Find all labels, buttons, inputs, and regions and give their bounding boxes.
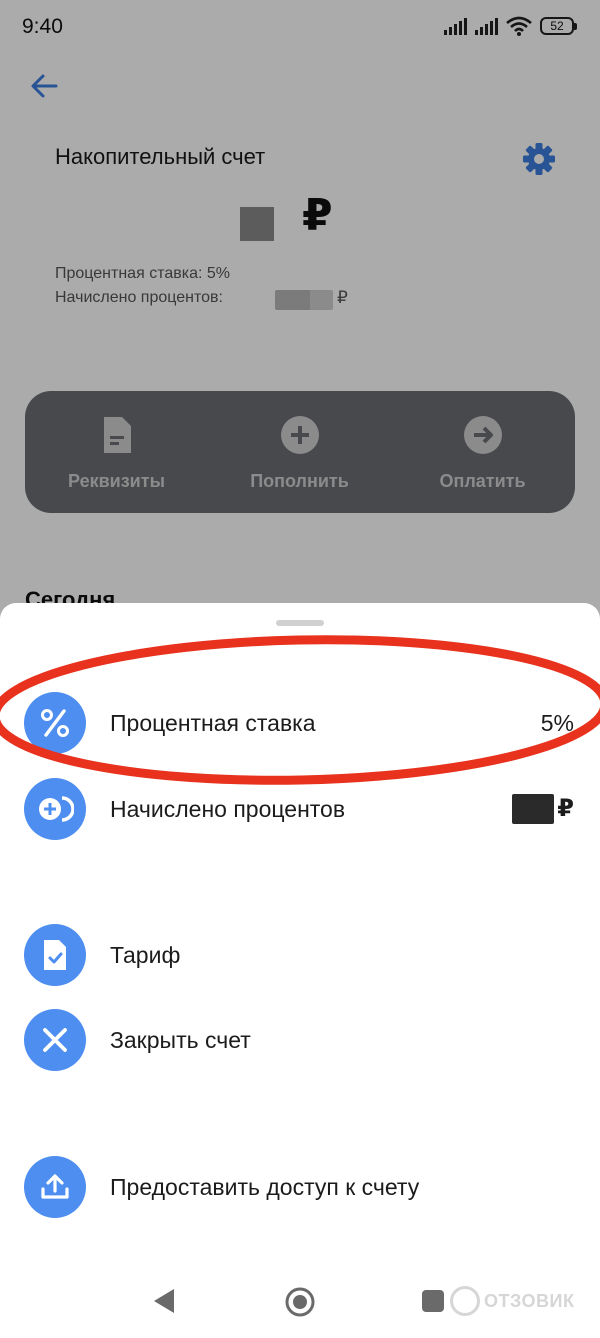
- sheet-item-share-access[interactable]: Предоставить доступ к счету: [0, 1156, 600, 1218]
- interest-rate-value: 5%: [540, 710, 574, 736]
- nav-recents-icon[interactable]: [422, 1290, 444, 1312]
- sheet-item-label: Предоставить доступ к счету: [110, 1174, 420, 1200]
- close-icon: [24, 1009, 86, 1071]
- accrued-value-hidden: [512, 794, 554, 824]
- nav-back-icon[interactable]: [152, 1288, 176, 1314]
- navigation-bar: ОТЗОВИК: [0, 1266, 600, 1338]
- watermark-text: ОТЗОВИК: [484, 1290, 575, 1311]
- sheet-item-label: Начислено процентов: [110, 796, 346, 822]
- sheet-item-tariff[interactable]: Тариф: [0, 924, 600, 986]
- sheet-item-label: Тариф: [110, 942, 181, 968]
- interest-icon: [24, 778, 86, 840]
- bottom-sheet: Процентная ставка 5% Начислено процентов…: [0, 603, 600, 1338]
- sheet-item-label: Закрыть счет: [110, 1027, 251, 1053]
- sheet-item-label: Процентная ставка: [110, 710, 316, 736]
- sheet-item-accrued-interest[interactable]: Начислено процентов: [0, 778, 600, 840]
- tariff-document-icon: [24, 924, 86, 986]
- sheet-drag-handle[interactable]: [276, 620, 324, 626]
- sheet-item-interest-rate[interactable]: Процентная ставка 5%: [0, 692, 600, 754]
- watermark-logo-icon: [450, 1286, 480, 1316]
- percent-icon: [24, 692, 86, 754]
- nav-home-icon[interactable]: [284, 1286, 316, 1318]
- watermark: ОТЗОВИК: [450, 1286, 574, 1316]
- accrued-value-currency: ₽: [557, 795, 574, 822]
- sheet-item-close-account[interactable]: Закрыть счет: [0, 1009, 600, 1071]
- share-upload-icon: [24, 1156, 86, 1218]
